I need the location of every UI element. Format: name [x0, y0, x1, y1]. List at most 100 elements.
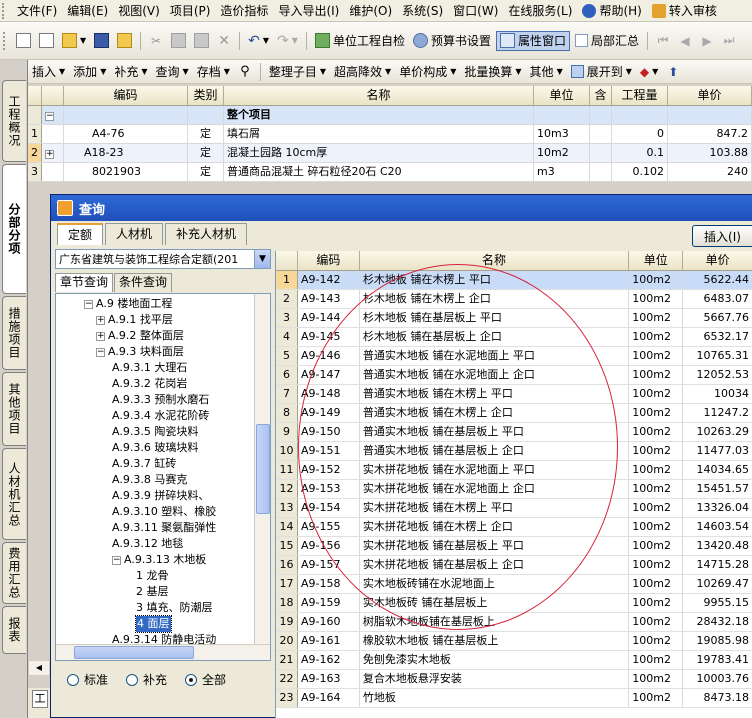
table-row[interactable]: 14 A9-155 实木拼花地板 铺在木楞上 企口 100m2 14603.54 — [276, 518, 752, 537]
row-name[interactable]: 实木拼花地板 铺在水泥地面上 平口 — [360, 461, 630, 479]
row-unit[interactable]: 100m2 — [629, 480, 684, 498]
grid-section-row[interactable]: − 整个项目 — [28, 106, 752, 125]
scroll-thumb[interactable] — [256, 424, 270, 514]
row-unit[interactable]: 10m3 — [534, 125, 590, 143]
local-summary-checkbox[interactable]: 局部汇总 — [572, 31, 642, 51]
table-row[interactable]: 23 A9-164 竹地板 100m2 8473.18 — [276, 689, 752, 708]
tree-node[interactable]: + A.9.1 找平层 — [96, 312, 173, 328]
supplement-menu[interactable]: 补充 ▼ — [111, 62, 150, 82]
tree-node[interactable]: A.9.3.3 预制水磨石 — [112, 392, 209, 408]
tree-node[interactable]: A.9.3.5 陶瓷块料 — [112, 424, 198, 440]
row-name[interactable]: 杉木地板 铺在木楞上 企口 — [360, 290, 630, 308]
table-row[interactable]: 4 A9-145 杉木地板 铺在基层板上 企口 100m2 6532.17 — [276, 328, 752, 347]
row-name[interactable]: 实木拼花地板 铺在基层板上 企口 — [360, 556, 630, 574]
menu-cost-index[interactable]: 造价指标 — [215, 1, 273, 21]
cut-button[interactable]: ✂ — [146, 31, 166, 51]
row-quantity[interactable]: 0 — [612, 125, 668, 143]
row-unit[interactable]: 100m2 — [629, 594, 684, 612]
row-code[interactable]: A9-152 — [298, 461, 360, 479]
row-unit[interactable]: 100m2 — [629, 632, 684, 650]
row-unit-price[interactable]: 13326.04 — [683, 499, 752, 517]
menu-window[interactable]: 窗口(W) — [448, 1, 503, 21]
table-row[interactable]: 1 A4-76 定 填石屑 10m3 0 847.2 — [28, 125, 752, 144]
row-unit[interactable]: 100m2 — [629, 670, 684, 688]
row-unit-price[interactable]: 13420.48 — [683, 537, 752, 555]
header-code[interactable]: 编码 — [64, 86, 188, 105]
row-unit[interactable]: 100m2 — [629, 499, 684, 517]
row-code[interactable]: A9-159 — [298, 594, 360, 612]
left-scroll-arrow[interactable]: ◀ — [28, 660, 50, 676]
menu-file[interactable]: 文件(F) — [12, 1, 62, 21]
table-row[interactable]: 16 A9-157 实木拼花地板 铺在基层板上 企口 100m2 14715.28 — [276, 556, 752, 575]
tree-node[interactable]: − A.9 楼地面工程 — [84, 296, 172, 312]
tree-node[interactable]: A.9.3.10 塑料、橡胶 — [112, 504, 216, 520]
row-name[interactable]: 杉木地板 铺在木楞上 平口 — [359, 271, 630, 289]
row-unit-price[interactable]: 6483.07 — [683, 290, 752, 308]
row-unit[interactable]: 100m2 — [629, 366, 684, 384]
row-unit-price[interactable]: 11477.03 — [683, 442, 752, 460]
row-type[interactable]: 定 — [188, 125, 224, 143]
row-unit-price[interactable]: 9955.15 — [683, 594, 752, 612]
query-menu[interactable]: 查询 ▼ — [153, 62, 192, 82]
row-name[interactable]: 普通实木地板 铺在水泥地面上 平口 — [360, 347, 630, 365]
row-quantity[interactable]: 0.1 — [612, 144, 668, 162]
table-row[interactable]: 6 A9-147 普通实木地板 铺在水泥地面上 企口 100m2 12052.53 — [276, 366, 752, 385]
row-name[interactable]: 实木拼花地板 铺在基层板上 平口 — [360, 537, 630, 555]
row-code[interactable]: A9-150 — [298, 423, 360, 441]
row-name[interactable]: 普通实木地板 铺在基层板上 企口 — [360, 442, 630, 460]
row-code[interactable]: A9-156 — [298, 537, 360, 555]
row-code[interactable]: A4-76 — [64, 125, 188, 143]
header-unit[interactable]: 单位 — [629, 251, 684, 270]
section-collapse-toggle[interactable]: − — [42, 106, 64, 124]
open-button[interactable]: ▼ — [59, 31, 89, 51]
table-row[interactable]: 20 A9-161 橡胶软木地板 铺在基层板上 100m2 19085.98 — [276, 632, 752, 651]
row-unit[interactable]: 100m2 — [629, 385, 684, 403]
row-code[interactable]: A9-158 — [298, 575, 360, 593]
header-contains[interactable]: 含 — [590, 86, 612, 105]
table-row[interactable]: 18 A9-159 实木地板砖 铺在基层板上 100m2 9955.15 — [276, 594, 752, 613]
header-name[interactable]: 名称 — [224, 86, 534, 105]
row-name[interactable]: 橡胶软木地板 铺在基层板上 — [360, 632, 630, 650]
menu-transfer-review[interactable]: 转入审核 — [647, 1, 722, 21]
tree-node[interactable]: 4 面层 — [135, 615, 172, 633]
table-row[interactable]: 2 A9-143 杉木地板 铺在木楞上 企口 100m2 6483.07 — [276, 290, 752, 309]
row-code[interactable]: A9-153 — [298, 480, 360, 498]
unit-check-button[interactable]: 单位工程自检 — [312, 31, 408, 51]
row-name[interactable]: 混凝土园路 10cm厚 — [224, 144, 534, 162]
table-row[interactable]: 3 A9-144 杉木地板 铺在基层板上 平口 100m2 5667.76 — [276, 309, 752, 328]
tree-node[interactable]: A.9.3.14 防静电活动 — [112, 632, 216, 648]
tab-project-overview[interactable]: 工程概况 — [2, 80, 26, 162]
table-row[interactable]: 5 A9-146 普通实木地板 铺在水泥地面上 平口 100m2 10765.31 — [276, 347, 752, 366]
row-name[interactable]: 普通实木地板 铺在木楞上 平口 — [360, 385, 630, 403]
tree-node[interactable]: A.9.3.4 水泥花阶砖 — [112, 408, 209, 424]
tab-other-items[interactable]: 其他项目 — [2, 372, 26, 446]
header-type[interactable]: 类别 — [188, 86, 224, 105]
row-code[interactable]: A9-143 — [298, 290, 360, 308]
insert-menu[interactable]: 插入 ▼ — [29, 62, 68, 82]
row-code[interactable]: A9-144 — [298, 309, 360, 327]
tree-node[interactable]: A.9.3.7 缸砖 — [112, 456, 176, 472]
row-unit-price[interactable]: 10034 — [683, 385, 752, 403]
row-quantity[interactable]: 0.102 — [612, 163, 668, 181]
row-unit[interactable]: 100m2 — [629, 556, 684, 574]
collapse-icon[interactable]: − — [84, 299, 93, 309]
row-unit[interactable]: 100m2 — [629, 651, 684, 669]
chevron-down-icon[interactable]: ▼ — [254, 250, 270, 268]
row-unit[interactable]: 10m2 — [534, 144, 590, 162]
batch-convert-menu[interactable]: 批量换算 ▼ — [461, 62, 524, 82]
save-all-button[interactable] — [114, 31, 135, 51]
tree-node[interactable]: − A.9.3.13 木地板 — [112, 552, 206, 568]
row-unit-price[interactable]: 847.2 — [668, 125, 752, 143]
last-record-button[interactable]: ⏭ — [719, 31, 739, 51]
row-unit-price[interactable]: 5667.76 — [683, 309, 752, 327]
prev-record-button[interactable]: ◀ — [675, 31, 695, 51]
row-name[interactable]: 普通实木地板 铺在基层板上 平口 — [360, 423, 630, 441]
redo-button[interactable]: ↷ ▼ — [274, 31, 301, 51]
row-unit-price[interactable]: 14603.54 — [683, 518, 752, 536]
tree-node[interactable]: 3 填充、防潮层 — [136, 600, 213, 616]
height-reduction-menu[interactable]: 超高降效 ▼ — [331, 62, 394, 82]
row-contains[interactable] — [590, 144, 612, 162]
row-type[interactable]: 定 — [188, 144, 224, 162]
menu-maintain[interactable]: 维护(O) — [344, 1, 397, 21]
row-code[interactable]: A9-155 — [298, 518, 360, 536]
